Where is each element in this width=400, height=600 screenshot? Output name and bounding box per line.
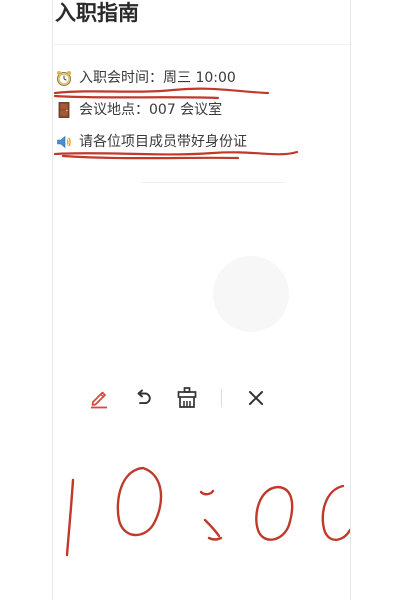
- close-button[interactable]: [242, 384, 270, 412]
- content-divider: [141, 182, 285, 183]
- notice-line: 请各位项目成员带好身份证: [55, 132, 247, 152]
- pen-icon: [91, 391, 107, 409]
- meeting-time-text: 入职会时间：周三 10:00: [79, 70, 236, 86]
- toolbar-separator: [221, 389, 222, 407]
- door-icon: [55, 101, 73, 119]
- alarm-clock-icon: [55, 69, 73, 87]
- notice-text: 请各位项目成员带好身份证: [79, 134, 247, 150]
- pen-button[interactable]: [85, 384, 113, 412]
- annotation-toolbar: [85, 384, 270, 412]
- underline-notice: [53, 150, 299, 156]
- eraser-button[interactable]: [173, 384, 201, 412]
- speaker-icon: [55, 133, 73, 151]
- background-circle: [213, 256, 289, 332]
- undo-icon: [137, 389, 151, 405]
- handwritten-time: [65, 466, 350, 557]
- underline-time: [53, 87, 270, 95]
- undo-button[interactable]: [129, 384, 157, 412]
- ink-layer: [53, 87, 350, 557]
- title-divider: [53, 44, 350, 45]
- eraser-icon: [177, 387, 197, 408]
- meeting-time-line: 入职会时间：周三 10:00: [55, 68, 236, 88]
- close-icon: [249, 391, 263, 405]
- page-title: 入职指南: [55, 1, 139, 25]
- meeting-location-text: 会议地点：007 会议室: [79, 102, 223, 118]
- meeting-location-line: 会议地点：007 会议室: [55, 100, 222, 120]
- app-screen: 入职指南 入职会时间：周三 10:00 会议地点：007 会议室 请各位项目成员…: [52, 0, 351, 600]
